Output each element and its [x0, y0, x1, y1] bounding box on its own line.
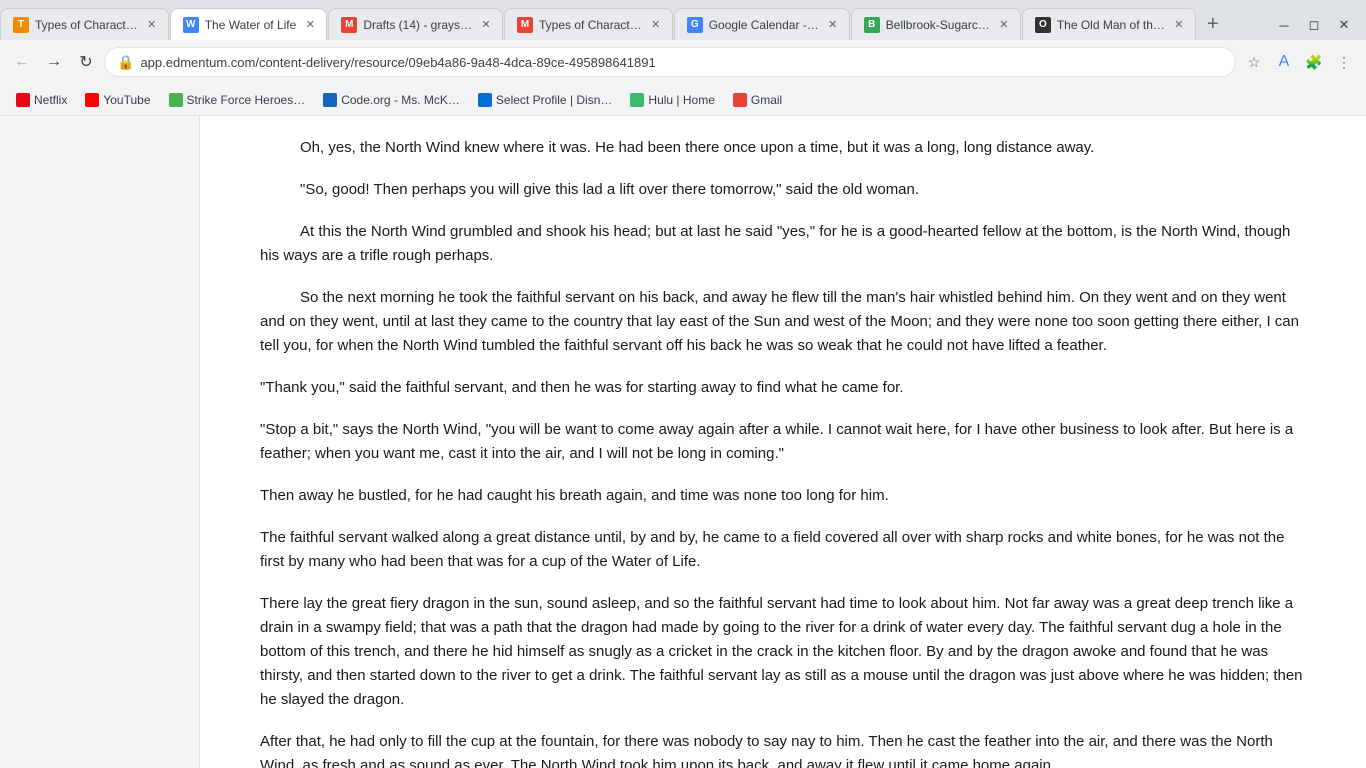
- bookmark-label-hulu: Hulu | Home: [648, 93, 714, 107]
- tab-title-7: The Old Man of th…: [1057, 18, 1165, 32]
- tab-title-1: Types of Charact…: [35, 18, 138, 32]
- tab-close-2[interactable]: ✕: [302, 17, 318, 33]
- paragraph-5: "Thank you," said the faithful servant, …: [260, 376, 1306, 400]
- paragraph-4: So the next morning he took the faithful…: [260, 286, 1306, 358]
- tab-google-calendar[interactable]: G Google Calendar -… ✕: [674, 8, 850, 40]
- window-controls: ─ ◻ ✕: [1270, 14, 1366, 40]
- tab-close-4[interactable]: ✕: [648, 17, 664, 33]
- address-text: app.edmentum.com/content-delivery/resour…: [140, 55, 1223, 70]
- content-area: Oh, yes, the North Wind knew where it wa…: [0, 116, 1366, 768]
- bookmark-strike-force[interactable]: Strike Force Heroes…: [161, 90, 314, 110]
- bookmark-favicon-strike-force: [169, 93, 183, 107]
- lock-icon: 🔒: [117, 54, 134, 71]
- bookmark-disney[interactable]: Select Profile | Disn…: [470, 90, 621, 110]
- bookmark-label-codeorg: Code.org - Ms. McK…: [341, 93, 460, 107]
- tab-favicon-4: M: [517, 17, 533, 33]
- paragraph-9: There lay the great fiery dragon in the …: [260, 592, 1306, 712]
- tab-bellbrook-sugar[interactable]: B Bellbrook-Sugarc… ✕: [851, 8, 1021, 40]
- tab-water-of-life[interactable]: W The Water of Life ✕: [170, 8, 328, 40]
- address-bar-row: ← → ↻ 🔒 app.edmentum.com/content-deliver…: [0, 40, 1366, 84]
- back-button[interactable]: ←: [8, 48, 36, 76]
- toolbar-right: ☆ A 🧩 ⋮: [1240, 48, 1358, 76]
- address-bar[interactable]: 🔒 app.edmentum.com/content-delivery/reso…: [104, 47, 1236, 77]
- paragraph-3: At this the North Wind grumbled and shoo…: [260, 220, 1306, 268]
- bookmark-star-button[interactable]: ☆: [1240, 48, 1268, 76]
- bookmark-gmail[interactable]: Gmail: [725, 90, 790, 110]
- tab-favicon-6: B: [864, 17, 880, 33]
- bookmark-favicon-youtube: [85, 93, 99, 107]
- minimize-button[interactable]: ─: [1270, 14, 1298, 36]
- tab-types-of-characters-2[interactable]: M Types of Charact… ✕: [504, 8, 673, 40]
- extension-puzzle-button[interactable]: 🧩: [1300, 48, 1328, 76]
- bookmark-label-gmail: Gmail: [751, 93, 782, 107]
- bookmarks-bar: Netflix YouTube Strike Force Heroes… Cod…: [0, 84, 1366, 116]
- tab-title-3: Drafts (14) - grays…: [363, 18, 472, 32]
- bookmark-hulu[interactable]: Hulu | Home: [622, 90, 722, 110]
- bookmark-favicon-codeorg: [323, 93, 337, 107]
- tab-bar: T Types of Charact… ✕ W The Water of Lif…: [0, 0, 1366, 40]
- tab-favicon-3: M: [341, 17, 357, 33]
- tab-favicon-1: T: [13, 17, 29, 33]
- bookmark-favicon-gmail: [733, 93, 747, 107]
- tab-close-7[interactable]: ✕: [1171, 17, 1187, 33]
- google-translate-button[interactable]: A: [1270, 48, 1298, 76]
- sidebar: [0, 116, 200, 768]
- close-window-button[interactable]: ✕: [1330, 14, 1358, 36]
- bookmark-favicon-netflix: [16, 93, 30, 107]
- refresh-button[interactable]: ↻: [72, 48, 100, 76]
- bookmark-netflix[interactable]: Netflix: [8, 90, 75, 110]
- tab-types-of-characters-1[interactable]: T Types of Charact… ✕: [0, 8, 169, 40]
- bookmark-youtube[interactable]: YouTube: [77, 90, 158, 110]
- tab-favicon-2: W: [183, 17, 199, 33]
- bookmark-label-strike-force: Strike Force Heroes…: [187, 93, 306, 107]
- paragraph-10: After that, he had only to fill the cup …: [260, 730, 1306, 768]
- tab-favicon-7: O: [1035, 17, 1051, 33]
- browser-frame: T Types of Charact… ✕ W The Water of Lif…: [0, 0, 1366, 768]
- paragraph-8: The faithful servant walked along a grea…: [260, 526, 1306, 574]
- tab-drafts-gmail[interactable]: M Drafts (14) - grays… ✕: [328, 8, 503, 40]
- restore-button[interactable]: ◻: [1300, 14, 1328, 36]
- tab-title-6: Bellbrook-Sugarc…: [886, 18, 990, 32]
- forward-button[interactable]: →: [40, 48, 68, 76]
- new-tab-button[interactable]: +: [1197, 8, 1229, 40]
- paragraph-1: Oh, yes, the North Wind knew where it wa…: [260, 136, 1306, 160]
- paragraph-6: "Stop a bit," says the North Wind, "you …: [260, 418, 1306, 466]
- tab-close-5[interactable]: ✕: [825, 17, 841, 33]
- tab-close-3[interactable]: ✕: [478, 17, 494, 33]
- bookmark-codeorg[interactable]: Code.org - Ms. McK…: [315, 90, 468, 110]
- tab-title-5: Google Calendar -…: [709, 18, 819, 32]
- tab-title-4: Types of Charact…: [539, 18, 642, 32]
- paragraph-2: "So, good! Then perhaps you will give th…: [260, 178, 1306, 202]
- bookmark-label-disney: Select Profile | Disn…: [496, 93, 613, 107]
- reading-area: Oh, yes, the North Wind knew where it wa…: [200, 116, 1366, 768]
- tab-close-6[interactable]: ✕: [996, 17, 1012, 33]
- tab-close-1[interactable]: ✕: [144, 17, 160, 33]
- tab-old-man[interactable]: O The Old Man of th… ✕: [1022, 8, 1196, 40]
- tab-title-2: The Water of Life: [205, 18, 297, 32]
- bookmark-label-youtube: YouTube: [103, 93, 150, 107]
- tab-favicon-5: G: [687, 17, 703, 33]
- bookmark-favicon-hulu: [630, 93, 644, 107]
- bookmark-label-netflix: Netflix: [34, 93, 67, 107]
- more-options-button[interactable]: ⋮: [1330, 48, 1358, 76]
- bookmark-favicon-disney: [478, 93, 492, 107]
- paragraph-7: Then away he bustled, for he had caught …: [260, 484, 1306, 508]
